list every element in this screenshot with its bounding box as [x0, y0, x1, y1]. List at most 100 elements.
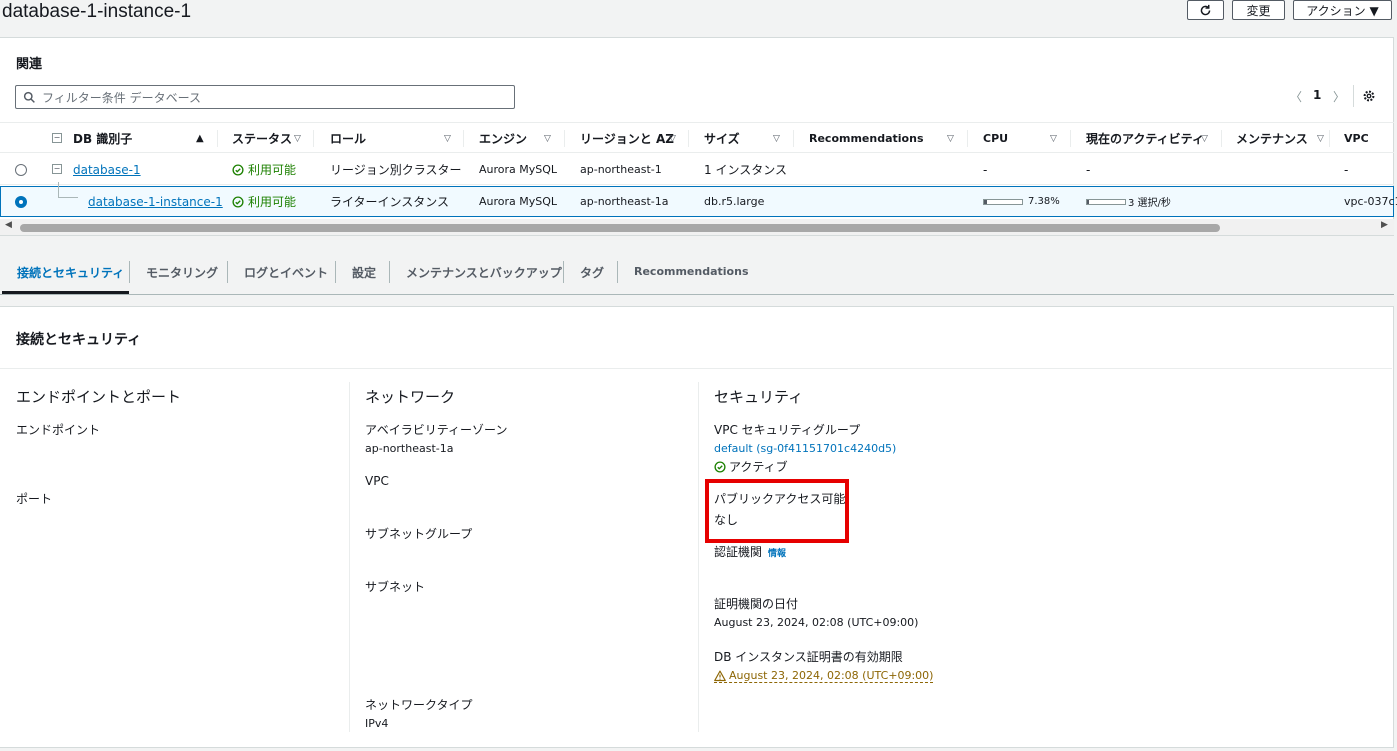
modify-button[interactable]: 変更 [1232, 0, 1285, 20]
row-radio[interactable] [15, 164, 27, 176]
sg-status-text: アクティブ [729, 460, 788, 474]
check-circle-icon [232, 195, 244, 208]
column-header-maintenance[interactable]: メンテナンス ▽ [1236, 123, 1324, 154]
tab-divider [389, 261, 390, 283]
tab-maintenance-backup[interactable]: メンテナンスとバックアップ [406, 264, 562, 281]
column-header-db-id[interactable]: DB 識別子 ▲ [73, 123, 213, 154]
tab-monitoring[interactable]: モニタリング [146, 264, 218, 281]
az-label: アベイラビリティーゾーン [365, 423, 508, 437]
filter-search-input[interactable]: フィルター条件 データベース [15, 85, 515, 109]
sort-icon: ▽ [444, 133, 451, 144]
status-badge: 利用可能 [232, 154, 296, 185]
status-text: 利用可能 [248, 163, 297, 177]
warning-icon [714, 670, 726, 681]
activity-progress-bar [1086, 198, 1126, 205]
divider [1353, 85, 1354, 107]
status-text: 利用可能 [248, 195, 297, 209]
ca-label: 認証機関 [714, 545, 763, 559]
tree-line [58, 197, 78, 198]
scroll-left-icon[interactable]: ◀ [5, 220, 12, 230]
collapse-icon[interactable]: − [52, 164, 62, 174]
page-number[interactable]: 1 [1313, 88, 1321, 102]
column-header-region[interactable]: リージョンと AZ ▽ [580, 123, 680, 154]
page-title: database-1-instance-1 [2, 1, 192, 22]
column-header-recommendations[interactable]: Recommendations ▽ [809, 123, 959, 154]
activity-cell: - [1086, 162, 1091, 177]
sort-icon: ▽ [294, 133, 301, 144]
table-row-selected[interactable]: database-1-instance-1 利用可能 ライターインスタンス Au… [0, 182, 1397, 217]
tab-connectivity-security[interactable]: 接続とセキュリティ [17, 264, 124, 281]
cpu-cell: - [983, 162, 988, 177]
cert-expiry-text: August 23, 2024, 02:08 (UTC+09:00) [729, 669, 934, 682]
sort-icon: ▽ [544, 133, 551, 144]
ca-date-value: August 23, 2024, 02:08 (UTC+09:00) [714, 616, 919, 629]
column-divider [217, 130, 218, 147]
column-divider [1070, 130, 1071, 147]
connectivity-security-panel: 接続とセキュリティ エンドポイントとポート エンドポイント ポート ネットワーク… [0, 306, 1394, 748]
tab-configuration[interactable]: 設定 [352, 264, 376, 281]
status-badge: 利用可能 [232, 186, 296, 217]
column-divider [313, 130, 314, 147]
endpoint-label: エンドポイント [16, 423, 101, 437]
column-header-status[interactable]: ステータス ▽ [232, 123, 308, 154]
prev-page-button[interactable]: 〈 [1290, 88, 1302, 105]
row-radio-selected[interactable] [15, 196, 27, 208]
related-panel: 関連 フィルター条件 データベース 〈 1 〉 − DB 識別子 ▲ ステータス ▽… [0, 37, 1397, 236]
role-cell: ライターインスタンス [330, 195, 450, 209]
refresh-button[interactable] [1187, 0, 1224, 20]
column-header-engine[interactable]: エンジン ▽ [479, 123, 555, 154]
tab-recommendations[interactable]: Recommendations [634, 265, 749, 278]
region-cell: ap-northeast-1a [580, 195, 669, 208]
tab-divider [335, 261, 336, 283]
activity-cell: 3 選択/秒 [1086, 186, 1171, 217]
refresh-icon [1200, 4, 1211, 15]
db-identifier-link[interactable]: database-1 [73, 163, 141, 177]
network-type-value: IPv4 [365, 717, 389, 730]
next-page-button[interactable]: 〉 [1333, 88, 1345, 105]
role-cell: リージョン別クラスター [330, 163, 462, 177]
tree-line [58, 182, 59, 197]
ca-label-row: 認証機関 情報 [714, 543, 786, 560]
security-heading: セキュリティ [714, 388, 804, 406]
cpu-progress-fill [984, 199, 987, 204]
column-divider [564, 130, 565, 147]
size-cell: db.r5.large [704, 195, 765, 208]
sort-icon: ▽ [1317, 133, 1324, 144]
vpc-label: VPC [365, 474, 389, 488]
column-header-role[interactable]: ロール ▽ [330, 123, 455, 154]
panel-header: 接続とセキュリティ [0, 307, 1392, 369]
activity-value: 3 選択/秒 [1128, 198, 1171, 209]
search-placeholder: フィルター条件 データベース [42, 90, 201, 105]
active-tab-indicator [2, 291, 129, 294]
column-header-size[interactable]: サイズ ▽ [704, 123, 784, 154]
security-group-label: VPC セキュリティグループ [714, 423, 861, 437]
table-header: − DB 識別子 ▲ ステータス ▽ ロール ▽ エンジン ▽ リージョンと AZ ▽ サ… [0, 122, 1394, 153]
search-icon [23, 91, 35, 103]
activity-progress-fill [1087, 199, 1089, 204]
az-value: ap-northeast-1a [365, 442, 454, 455]
column-header-cpu[interactable]: CPU ▽ [983, 123, 1063, 154]
sort-icon: ▽ [669, 133, 676, 144]
scrollbar-thumb[interactable] [20, 224, 1220, 232]
table-row[interactable]: − database-1 利用可能 リージョン別クラスター Aurora MyS… [0, 154, 1394, 185]
scroll-right-icon[interactable]: ▶ [1381, 220, 1388, 230]
tab-tags[interactable]: タグ [580, 264, 604, 281]
db-identifier-link[interactable]: database-1-instance-1 [88, 195, 223, 209]
subnet-label: サブネット [365, 580, 426, 594]
collapse-all-icon[interactable]: − [52, 133, 62, 143]
column-header-activity[interactable]: 現在のアクティビティ ▽ [1086, 123, 1216, 154]
detail-tabs: 接続とセキュリティ モニタリング ログとイベント 設定 メンテナンスとバックアッ… [0, 250, 1394, 295]
sort-icon: ▽ [947, 133, 954, 144]
security-group-link[interactable]: default (sg-0f41151701c4240d5) [714, 442, 896, 455]
column-divider [688, 130, 689, 147]
vpc-cell: vpc-037c1 [1344, 195, 1397, 208]
ca-date-label: 証明機関の日付 [714, 597, 799, 611]
size-cell: 1 インスタンス [704, 163, 787, 177]
column-header-vpc[interactable]: VPC [1344, 123, 1384, 154]
actions-dropdown-button[interactable]: アクション ▼ [1293, 0, 1392, 20]
region-cell: ap-northeast-1 [580, 163, 662, 176]
info-link[interactable]: 情報 [768, 549, 786, 559]
tab-logs-events[interactable]: ログとイベント [244, 264, 328, 281]
annotation-highlight-box [705, 479, 849, 543]
gear-icon[interactable] [1362, 89, 1376, 103]
